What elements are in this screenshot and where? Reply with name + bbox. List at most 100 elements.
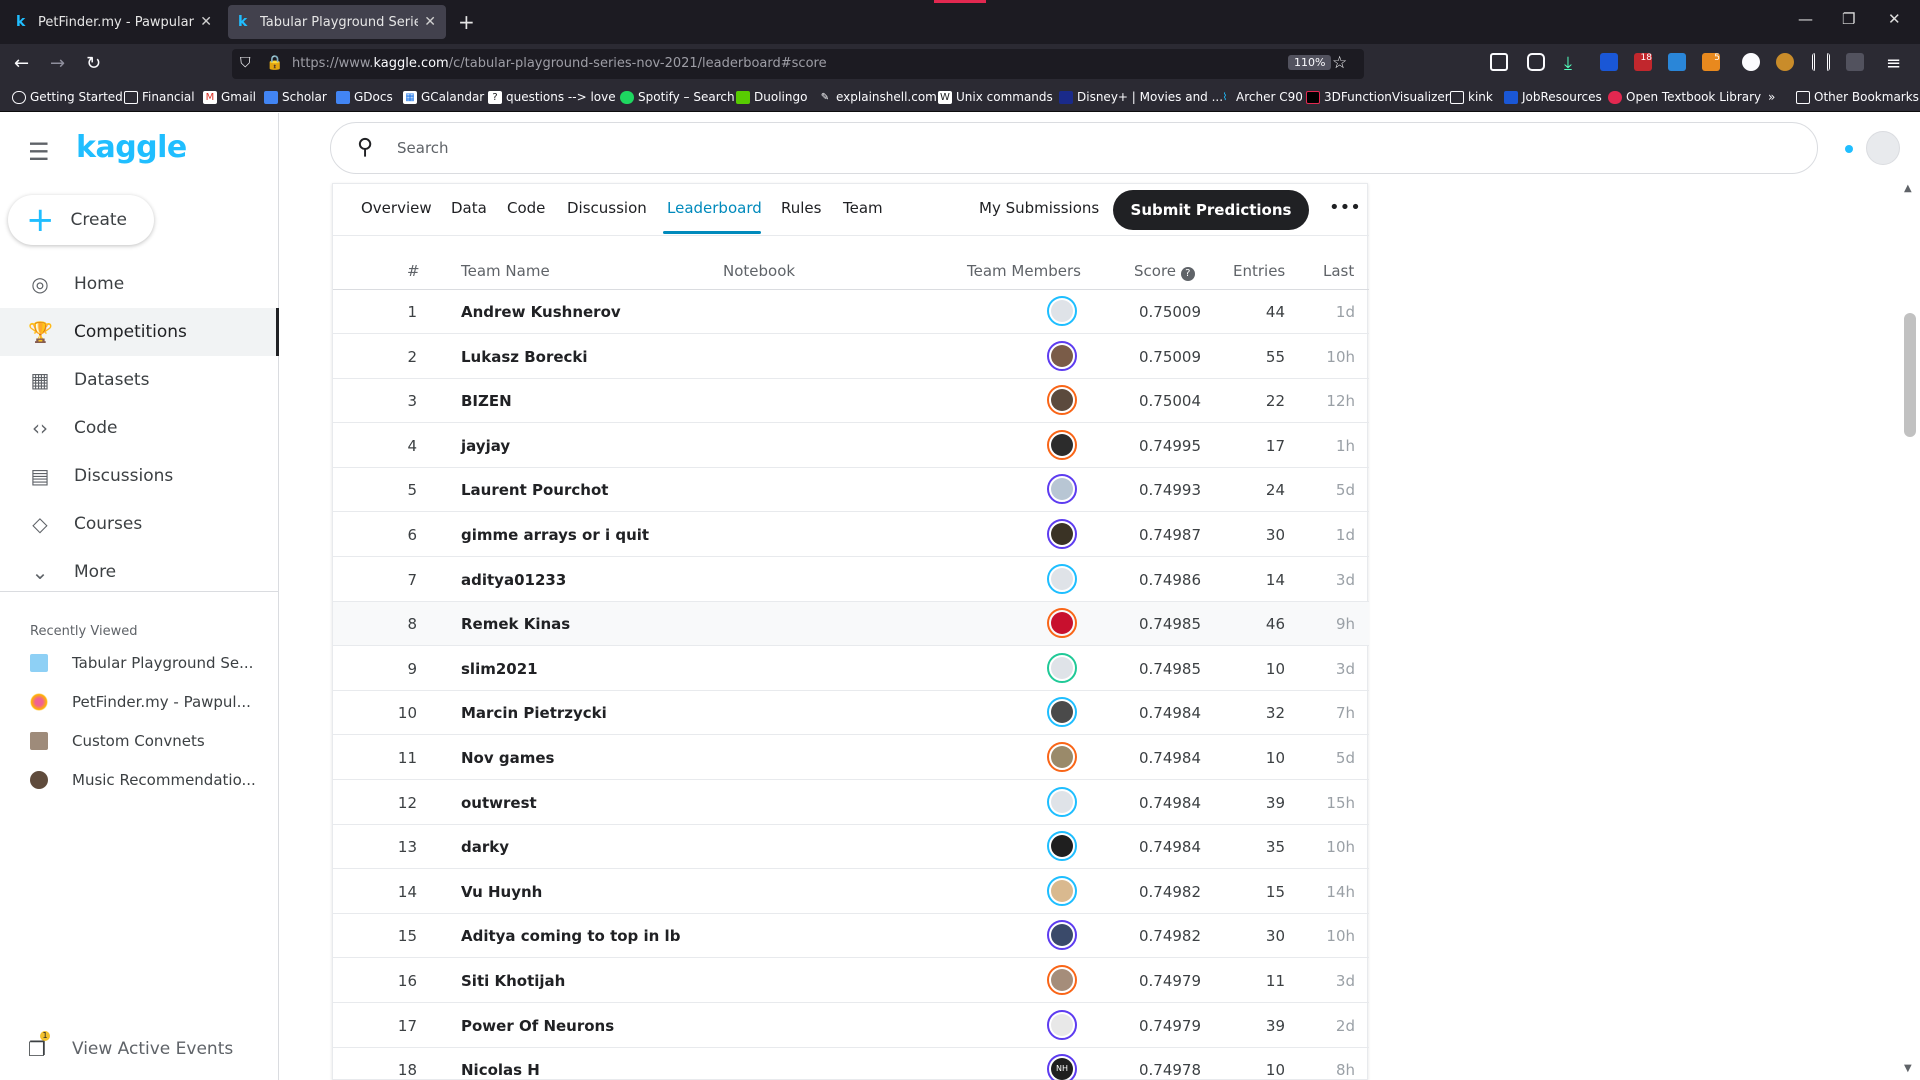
bookmark-star-icon[interactable]: ☆	[1332, 53, 1347, 73]
k-extension-icon[interactable]	[1742, 53, 1760, 71]
bookmark-other[interactable]: Other Bookmarks	[1796, 90, 1919, 104]
bookmark-financial[interactable]: Financial	[124, 90, 195, 104]
minimize-icon[interactable]: —	[1798, 10, 1813, 28]
bookmark-gdocs[interactable]: GDocs	[336, 90, 393, 104]
new-tab-icon[interactable]: +	[458, 10, 475, 34]
close-tab-icon[interactable]: ✕	[424, 14, 436, 30]
tab-rules[interactable]: Rules	[781, 199, 821, 217]
bookmark-scholar[interactable]: Scholar	[264, 90, 327, 104]
bitwarden-extension-icon[interactable]	[1600, 53, 1618, 71]
tab-code[interactable]: Code	[507, 199, 545, 217]
create-button[interactable]: + Create	[8, 195, 154, 245]
scroll-thumb[interactable]	[1904, 313, 1916, 437]
table-row[interactable]: 9 slim2021 0.74985 10 3d	[333, 647, 1369, 691]
column-score[interactable]: Score ?	[1134, 262, 1195, 281]
table-row[interactable]: 16 Siti Khotijah 0.74979 11 3d	[333, 959, 1369, 1003]
app-menu-icon[interactable]: ≡	[1886, 53, 1901, 74]
table-row[interactable]: 7 aditya01233 0.74986 14 3d	[333, 558, 1369, 602]
table-row[interactable]: 13 darky 0.74984 35 10h	[333, 825, 1369, 870]
bookmark-unix-commands[interactable]: W Unix commands	[938, 90, 1053, 104]
sidebar-item-code[interactable]: ‹› Code	[0, 404, 279, 452]
table-row[interactable]: 11 Nov games 0.74984 10 5d	[333, 736, 1369, 780]
team-name-link[interactable]: Aditya coming to top in lb	[461, 927, 680, 945]
bookmark-open-textbook[interactable]: Open Textbook Library	[1608, 90, 1761, 104]
bookmark-disney[interactable]: Disney+ | Movies and ...	[1059, 90, 1223, 104]
back-icon[interactable]: ←	[14, 53, 29, 74]
team-member-avatar[interactable]	[1047, 831, 1077, 862]
team-name-link[interactable]: Laurent Pourchot	[461, 481, 608, 499]
search-bar[interactable]: ⚲ Search	[330, 122, 1818, 174]
my-submissions-link[interactable]: My Submissions	[979, 199, 1099, 217]
zoom-level[interactable]: 110%	[1288, 55, 1332, 70]
team-member-avatar[interactable]	[1047, 296, 1077, 326]
sidebar-item-discussions[interactable]: ▤ Discussions	[0, 452, 279, 500]
team-name-link[interactable]: gimme arrays or i quit	[461, 526, 649, 544]
restore-icon[interactable]: ❐	[1842, 10, 1855, 28]
scroll-up-icon[interactable]: ▲	[1904, 183, 1912, 194]
team-member-avatar[interactable]	[1047, 786, 1077, 817]
bookmark-getting-started[interactable]: Getting Started	[12, 90, 123, 104]
team-member-avatar[interactable]	[1047, 608, 1077, 639]
team-member-avatar[interactable]	[1047, 1009, 1077, 1040]
team-member-avatar[interactable]	[1047, 875, 1077, 906]
team-name-link[interactable]: Nicolas H	[461, 1061, 540, 1079]
table-row[interactable]: 12 outwrest 0.74984 39 15h	[333, 781, 1369, 825]
table-row[interactable]: 4 jayjay 0.74995 17 1h	[333, 424, 1369, 468]
help-icon[interactable]: ?	[1180, 267, 1195, 281]
recent-item-petfinder[interactable]: PetFinder.my - Pawpul...	[30, 693, 251, 711]
team-name-link[interactable]: Remek Kinas	[461, 615, 570, 633]
reload-icon[interactable]: ↻	[86, 53, 101, 74]
team-member-avatar[interactable]	[1047, 385, 1077, 416]
team-member-avatar[interactable]	[1047, 474, 1077, 505]
team-member-avatar[interactable]	[1047, 697, 1077, 728]
table-row[interactable]: 1 Andrew Kushnerov 0.75009 44 1d	[333, 290, 1369, 334]
skype-extension-icon[interactable]	[1668, 53, 1686, 71]
browser-tab-tabular[interactable]: k Tabular Playground Series - Nov ✕	[228, 5, 446, 39]
table-row[interactable]: 6 gimme arrays or i quit 0.74987 30 1d	[333, 513, 1369, 557]
sidebar-icon[interactable]	[1846, 53, 1864, 71]
submit-predictions-button[interactable]: Submit Predictions	[1113, 190, 1309, 230]
team-member-avatar[interactable]	[1047, 742, 1077, 772]
bookmark-kink[interactable]: kink	[1450, 90, 1493, 104]
table-row[interactable]: 14 Vu Huynh 0.74982 15 14h	[333, 870, 1369, 914]
download-icon[interactable]: ⤓	[1564, 53, 1572, 74]
sidebar-item-courses[interactable]: ◇ Courses	[0, 500, 279, 548]
tab-data[interactable]: Data	[451, 199, 487, 217]
team-member-avatar[interactable]	[1047, 340, 1077, 371]
bookmark-spotify[interactable]: Spotify – Search	[620, 90, 735, 104]
team-name-link[interactable]: Vu Huynh	[461, 883, 542, 901]
team-member-avatar[interactable]: NH	[1047, 1054, 1077, 1080]
notes-extension-icon[interactable]: 5	[1702, 53, 1720, 71]
bookmark-gcalendar[interactable]: ▦ GCalandar	[403, 90, 484, 104]
bookmark-jobresources[interactable]: JobResources	[1504, 90, 1602, 104]
color-picker-extension-icon[interactable]	[1776, 53, 1794, 71]
kaggle-logo[interactable]: kaggle	[76, 130, 187, 165]
table-row[interactable]: 18 Nicolas H NH 0.74978 10 8h	[333, 1048, 1369, 1080]
bookmark-duolingo[interactable]: Duolingo	[736, 90, 807, 104]
bookmark-questions-love[interactable]: ? questions --> love	[488, 90, 616, 104]
team-name-link[interactable]: Lukasz Borecki	[461, 348, 588, 366]
team-name-link[interactable]: Nov games	[461, 749, 554, 767]
table-row[interactable]: 2 Lukasz Borecki 0.75009 55 10h	[333, 335, 1369, 379]
more-options-icon[interactable]: •••	[1329, 197, 1361, 218]
search-input[interactable]: Search	[397, 139, 449, 157]
address-bar[interactable]: ⛉ 🔒 https://www.kaggle.com/c/tabular-pla…	[232, 49, 1364, 79]
sidebar-item-datasets[interactable]: ▦ Datasets	[0, 356, 279, 404]
team-name-link[interactable]: aditya01233	[461, 571, 566, 589]
team-name-link[interactable]: Andrew Kushnerov	[461, 303, 621, 321]
table-row[interactable]: 10 Marcin Pietrzycki 0.74984 32 7h	[333, 691, 1369, 736]
bookmark-archer[interactable]: ⌇ Archer C90	[1218, 90, 1303, 104]
team-member-avatar[interactable]	[1047, 965, 1077, 995]
table-row[interactable]: 8 Remek Kinas 0.74985 46 9h	[333, 602, 1369, 647]
tab-overview[interactable]: Overview	[361, 199, 432, 217]
tab-team[interactable]: Team	[843, 199, 883, 217]
user-avatar[interactable]	[1866, 131, 1900, 165]
team-name-link[interactable]: outwrest	[461, 794, 537, 812]
close-tab-icon[interactable]: ✕	[200, 14, 212, 30]
team-name-link[interactable]: jayjay	[461, 437, 510, 455]
team-member-avatar[interactable]	[1047, 563, 1077, 594]
team-member-avatar[interactable]	[1047, 519, 1077, 549]
team-name-link[interactable]: darky	[461, 838, 509, 856]
lock-icon[interactable]: 🔒	[266, 55, 283, 71]
collections-icon[interactable]	[1490, 53, 1508, 71]
